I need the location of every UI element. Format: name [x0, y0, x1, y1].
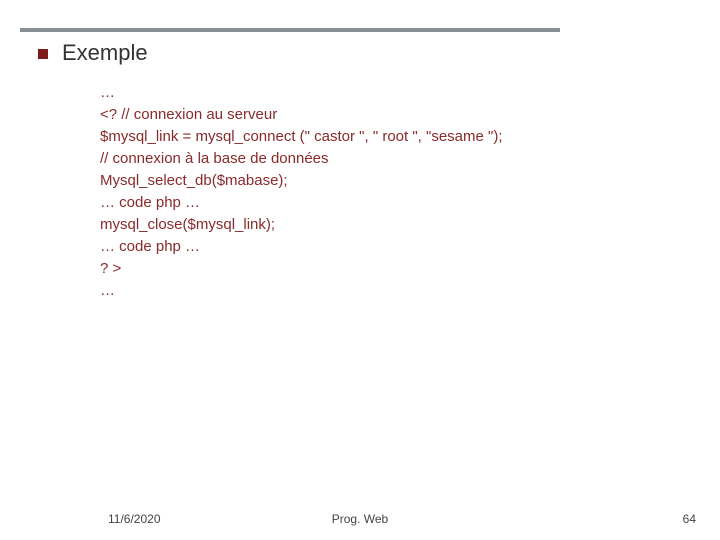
code-line: … code php … — [100, 192, 690, 214]
footer: 11/6/2020 Prog. Web 64 — [0, 506, 720, 526]
code-line: Mysql_select_db($mabase); — [100, 170, 690, 192]
code-line: ? > — [100, 258, 690, 280]
code-line: mysql_close($mysql_link); — [100, 214, 690, 236]
code-line: … — [100, 82, 690, 104]
slide: Exemple … <? // connexion au serveur $my… — [0, 0, 720, 540]
code-line: … code php … — [100, 236, 690, 258]
footer-title: Prog. Web — [0, 512, 720, 526]
slide-title: Exemple — [62, 40, 148, 66]
title-row: Exemple — [38, 40, 148, 66]
header-rule — [20, 28, 560, 32]
code-line: … — [100, 280, 690, 302]
bullet-icon — [38, 49, 48, 59]
code-line: <? // connexion au serveur — [100, 104, 690, 126]
code-block: … <? // connexion au serveur $mysql_link… — [100, 82, 690, 302]
footer-page-number: 64 — [683, 512, 696, 526]
code-line: $mysql_link = mysql_connect (" castor ",… — [100, 126, 690, 148]
code-line: // connexion à la base de données — [100, 148, 690, 170]
